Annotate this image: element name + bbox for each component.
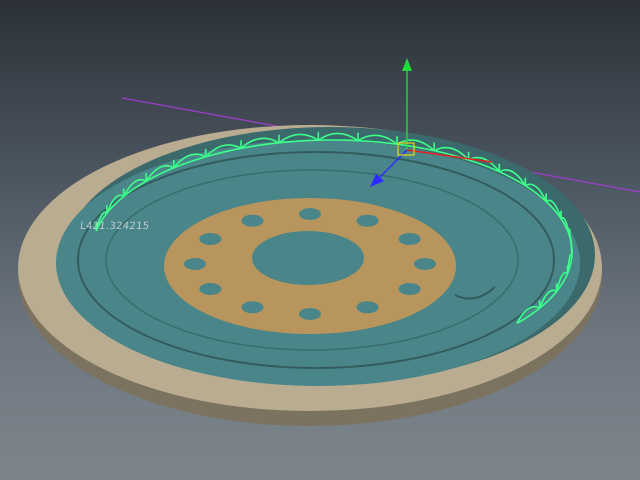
- bolt-hole[interactable]: [398, 233, 421, 245]
- gizmo-y-arrow-head[interactable]: [402, 58, 412, 71]
- bolt-hole[interactable]: [414, 258, 436, 270]
- bolt-hole[interactable]: [398, 283, 421, 295]
- bolt-hole[interactable]: [199, 233, 222, 245]
- hub-center-hole[interactable]: [252, 231, 364, 285]
- scene-canvas[interactable]: [0, 0, 640, 480]
- bolt-hole[interactable]: [241, 214, 264, 227]
- bolt-hole[interactable]: [184, 258, 206, 270]
- 3d-viewport[interactable]: L421.324215: [0, 0, 640, 480]
- bolt-hole[interactable]: [299, 208, 321, 220]
- bolt-hole[interactable]: [241, 301, 264, 314]
- bolt-hole[interactable]: [356, 214, 379, 227]
- bolt-hole[interactable]: [356, 301, 379, 314]
- bolt-hole[interactable]: [199, 283, 222, 295]
- bolt-hole[interactable]: [299, 308, 321, 320]
- surface-label: L421.324215: [79, 221, 150, 232]
